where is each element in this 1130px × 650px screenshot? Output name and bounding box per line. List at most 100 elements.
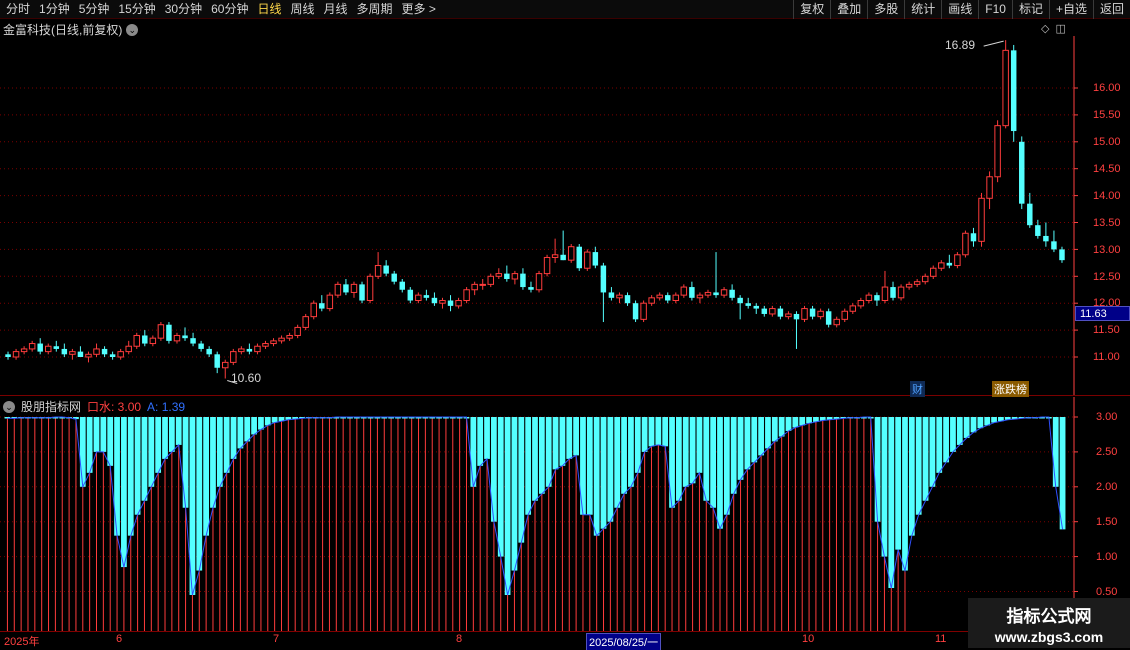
indicator-cyan-bar: [634, 417, 641, 473]
tab-30min[interactable]: 30分钟: [161, 0, 207, 19]
indicator-cyan-bar: [237, 417, 244, 449]
indicator-cyan-bar: [484, 417, 490, 459]
candle-body: [230, 351, 237, 363]
price-tick: 13.00: [1093, 244, 1121, 256]
indicator-cyan-bar: [107, 417, 114, 466]
indicator-cyan-bar: [655, 417, 662, 445]
indicator-tick: 1.50: [1096, 516, 1118, 528]
indicator-cyan-bar: [148, 417, 155, 487]
indicator-cyan-bar: [621, 417, 627, 494]
indicator-tick: 0.50: [1096, 586, 1118, 598]
candle-body: [5, 354, 11, 357]
candle-body: [69, 351, 76, 355]
tab-1min[interactable]: 1分钟: [35, 0, 75, 19]
indicator-cyan-bar: [86, 417, 93, 473]
tab-more[interactable]: 更多 >: [398, 0, 441, 19]
date-label: 7: [273, 633, 280, 645]
candle-body: [962, 232, 969, 256]
candle-body: [753, 305, 759, 309]
candle-body: [648, 297, 655, 304]
indicator-cyan-bar: [929, 417, 936, 487]
indicator-cyan-bar: [723, 417, 730, 515]
indicator-cyan-bar: [902, 417, 908, 571]
chart-corner-icons: ◇ ◫: [1041, 22, 1066, 35]
candle-body: [198, 343, 204, 349]
indicator-cyan-bar: [730, 417, 737, 494]
candle-body: [77, 351, 84, 357]
indicator-cyan-bar: [908, 417, 915, 536]
candle-body: [680, 286, 688, 296]
tab-multi-period[interactable]: 多周期: [353, 0, 398, 19]
f10-button[interactable]: F10: [978, 0, 1012, 19]
candle-body: [286, 334, 293, 339]
ranking-badge[interactable]: 涨跌榜: [992, 381, 1029, 397]
candle-body: [214, 354, 220, 368]
candle-body: [825, 311, 832, 325]
candle-body: [809, 308, 816, 317]
indicator-cyan-bar: [662, 417, 669, 447]
tab-daily[interactable]: 日线: [253, 0, 286, 19]
indicator-cyan-bar: [518, 417, 525, 543]
price-tick: 11.00: [1093, 351, 1120, 363]
price-tick: 14.00: [1093, 190, 1121, 202]
candle-body: [246, 348, 253, 352]
diamond-icon[interactable]: ◇: [1041, 22, 1049, 35]
indicator-cyan-bar: [100, 417, 107, 452]
candle-body: [672, 294, 680, 302]
draw-line-button[interactable]: 画线: [941, 0, 978, 19]
tab-5min[interactable]: 5分钟: [75, 0, 115, 19]
multi-stock-button[interactable]: 多股: [867, 0, 904, 19]
statistics-button[interactable]: 统计: [904, 0, 941, 19]
candle-body: [101, 348, 108, 355]
candle-body: [166, 324, 172, 341]
restore-rights-button[interactable]: 复权: [793, 0, 830, 19]
tab-fenshi[interactable]: 分时: [2, 0, 35, 19]
indicator-cyan-bar: [895, 417, 902, 550]
indicator-cyan-bar: [244, 417, 251, 442]
candle-body: [584, 251, 591, 269]
back-button[interactable]: 返回: [1092, 0, 1130, 19]
candle-body: [28, 343, 36, 350]
candle-body: [109, 354, 116, 357]
candle-body: [994, 125, 1001, 178]
tab-monthly[interactable]: 月线: [320, 0, 353, 19]
candle-body: [173, 334, 181, 342]
indicator-chart[interactable]: [0, 397, 1130, 631]
chevron-down-icon[interactable]: ⌄: [126, 23, 139, 36]
price-tick: 16.00: [1093, 82, 1121, 94]
candle-body: [713, 292, 719, 296]
candle-body: [142, 335, 148, 344]
candle-body: [874, 295, 880, 301]
indicator-cyan-bar: [689, 417, 696, 484]
candle-body: [182, 335, 188, 339]
candle-body: [946, 262, 953, 266]
candle-body: [383, 265, 389, 274]
tab-weekly[interactable]: 周线: [286, 0, 319, 19]
mark-button[interactable]: 标记: [1011, 0, 1049, 19]
candle-body: [391, 273, 397, 282]
indicator-cyan-bar: [799, 417, 806, 426]
candle-body: [640, 302, 647, 320]
candle-body: [528, 287, 534, 290]
indicator-tick: 3.00: [1096, 411, 1118, 423]
tab-60min[interactable]: 60分钟: [207, 0, 253, 19]
candle-body: [157, 324, 165, 339]
candle-body: [921, 275, 929, 283]
candle-body: [656, 294, 663, 299]
tab-15min[interactable]: 15分钟: [114, 0, 160, 19]
overlay-button[interactable]: 叠加: [830, 0, 867, 19]
indicator-cyan-bar: [648, 417, 655, 447]
candle-body: [777, 308, 784, 317]
finance-badge[interactable]: 财: [910, 381, 925, 397]
indicator-cyan-bar: [614, 417, 621, 508]
candle-body: [986, 176, 993, 199]
panel-toggle-icon[interactable]: ◫: [1055, 22, 1065, 35]
candle-body: [343, 284, 349, 293]
candle-body: [954, 254, 961, 267]
cursor-date: 2025/08/25/一: [586, 633, 662, 650]
candlestick-chart[interactable]: [0, 36, 1130, 396]
add-watchlist-button[interactable]: +自选: [1048, 0, 1093, 19]
candle-body: [769, 308, 776, 315]
candle-body: [12, 351, 20, 358]
indicator-cyan-bar: [641, 417, 648, 452]
